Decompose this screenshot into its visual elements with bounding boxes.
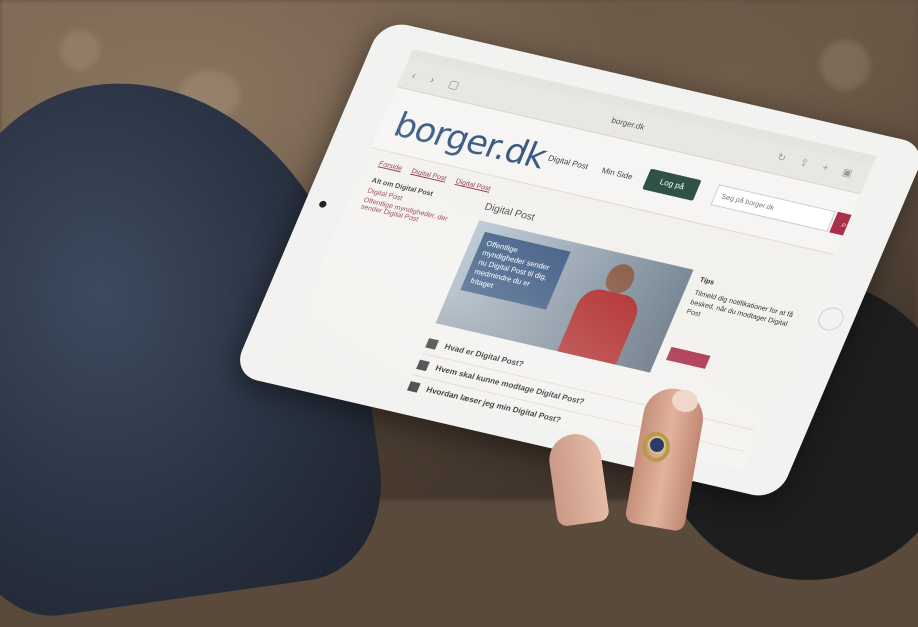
nav-min-side[interactable]: Min Side bbox=[600, 166, 634, 181]
breadcrumb-item[interactable]: Forside bbox=[378, 161, 404, 173]
bokeh-spot bbox=[820, 40, 870, 90]
sidebar: Alt om Digital Post Digital Post Offentl… bbox=[358, 177, 461, 233]
bokeh-spot bbox=[60, 30, 100, 70]
url-bar[interactable]: borger.dk bbox=[610, 116, 646, 132]
search-input[interactable]: Søg på borger.dk bbox=[710, 184, 837, 232]
nav-digital-post[interactable]: Digital Post bbox=[547, 154, 590, 172]
arrow-icon bbox=[406, 381, 421, 393]
breadcrumb-item[interactable]: Digital Post bbox=[410, 168, 447, 183]
hero-text: Offentlige myndigheder sender nu Digital… bbox=[460, 231, 571, 310]
login-button[interactable]: Log på bbox=[642, 168, 702, 201]
arrow-icon bbox=[416, 359, 430, 372]
tips-button[interactable] bbox=[665, 346, 711, 369]
tips-box: Tips Tilmeld dig notifikationer for at f… bbox=[684, 276, 809, 342]
browser-nav-icons[interactable]: ‹ › ▢ bbox=[410, 69, 468, 93]
breadcrumb-item[interactable]: Digital Post bbox=[454, 178, 491, 193]
page-title: Digital Post bbox=[482, 201, 537, 224]
arrow-icon bbox=[425, 338, 439, 350]
ring-gem bbox=[648, 436, 666, 454]
hero-person-image bbox=[552, 257, 660, 366]
